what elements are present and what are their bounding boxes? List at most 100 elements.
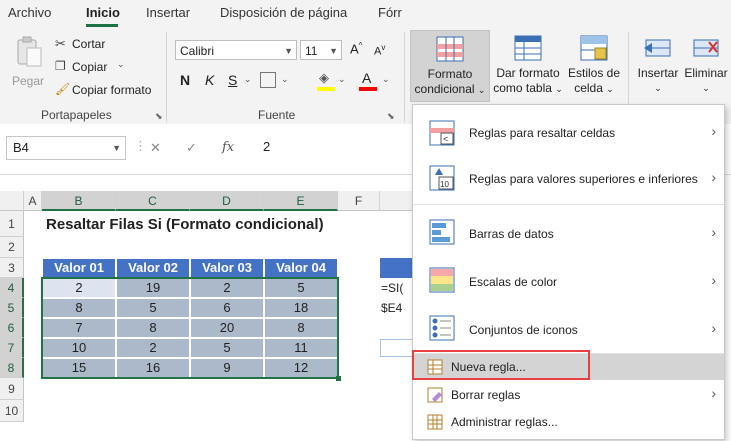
table-cell[interactable]: 7: [42, 318, 116, 338]
name-box[interactable]: B4 ▼: [6, 136, 126, 160]
side-formula-text[interactable]: =SI(: [381, 281, 403, 295]
fill-color-button[interactable]: ◈: [316, 70, 336, 92]
grow-font-icon[interactable]: A^: [350, 41, 362, 56]
shrink-font-icon[interactable]: Av: [374, 43, 385, 58]
select-all-corner[interactable]: [0, 191, 24, 211]
column-header-b[interactable]: B: [42, 191, 116, 211]
divider: [404, 32, 405, 122]
table-header-cell[interactable]: Valor 01: [42, 258, 116, 278]
chevron-down-icon[interactable]: ⌄: [117, 59, 125, 70]
underline-button[interactable]: S: [228, 72, 237, 88]
paste-button[interactable]: Pegar: [12, 34, 46, 92]
row-header[interactable]: 6: [0, 318, 24, 338]
side-empty-box[interactable]: [380, 339, 416, 357]
menu-item-data-bars[interactable]: Barras de datos ›: [413, 209, 724, 255]
table-cell[interactable]: 19: [116, 278, 190, 298]
font-size-combo[interactable]: 11 ▼: [300, 40, 342, 60]
format-painter-button[interactable]: 🖌 Copiar formato: [55, 82, 165, 100]
column-header-e[interactable]: E: [264, 191, 338, 211]
table-cell[interactable]: 10: [42, 338, 116, 358]
table-cell[interactable]: 20: [190, 318, 264, 338]
row-header[interactable]: 9: [0, 378, 24, 400]
column-header-f[interactable]: F: [338, 191, 380, 211]
row-header[interactable]: 4: [0, 278, 24, 298]
eraser-icon: [427, 387, 443, 403]
table-cell[interactable]: 8: [264, 318, 338, 338]
dialog-launcher-icon[interactable]: ⬊: [387, 111, 395, 122]
chevron-down-icon[interactable]: ⌄: [382, 74, 390, 85]
row-header[interactable]: 2: [0, 237, 24, 258]
table-header-cell[interactable]: Valor 04: [264, 258, 338, 278]
menu-item-highlight-rules[interactable]: < Reglas para resaltar celdas ›: [413, 113, 724, 153]
tab-insertar[interactable]: Insertar: [146, 5, 190, 20]
enter-icon[interactable]: ✓: [186, 140, 197, 156]
chevron-down-icon[interactable]: ▼: [329, 41, 338, 61]
table-cell[interactable]: 8: [116, 318, 190, 338]
table-cell[interactable]: 11: [264, 338, 338, 358]
chevron-down-icon[interactable]: ▼: [112, 137, 121, 159]
side-formula-text[interactable]: $E4: [381, 301, 402, 315]
chevron-down-icon[interactable]: ⌄: [338, 74, 346, 85]
font-name-combo[interactable]: Calibri ▼: [175, 40, 297, 60]
table-cell[interactable]: 5: [116, 298, 190, 318]
cancel-icon[interactable]: ✕: [150, 140, 161, 156]
row-header[interactable]: 8: [0, 358, 24, 378]
column-header-a[interactable]: A: [24, 191, 42, 211]
table-cell[interactable]: 18: [264, 298, 338, 318]
cell-styles-icon: [580, 35, 608, 61]
table-cell[interactable]: 2: [116, 338, 190, 358]
tab-formulas[interactable]: Fórr: [378, 5, 402, 20]
chevron-right-icon: ›: [711, 169, 716, 185]
fill-handle[interactable]: [336, 376, 341, 381]
tab-inicio[interactable]: Inicio: [86, 5, 120, 20]
table-cell[interactable]: 6: [190, 298, 264, 318]
chevron-down-icon: ⌄: [477, 85, 486, 95]
table-cell[interactable]: 5: [264, 278, 338, 298]
column-header-d[interactable]: D: [190, 191, 264, 211]
table-cell[interactable]: 12: [264, 358, 338, 378]
menu-item-color-scales[interactable]: Escalas de color ›: [413, 257, 724, 303]
row-header[interactable]: 5: [0, 298, 24, 318]
font-color-button[interactable]: A: [358, 70, 378, 92]
dialog-launcher-icon[interactable]: ⬊: [155, 111, 163, 122]
worksheet-grid[interactable]: A B C D E F 1 2 3 4 5 6 7 8 9 10 Resalta…: [0, 191, 420, 441]
bold-button[interactable]: N: [180, 72, 190, 88]
tab-disposicion[interactable]: Disposición de página: [220, 5, 347, 20]
menu-item-clear-rules[interactable]: Borrar reglas ›: [413, 382, 724, 408]
table-cell[interactable]: 5: [190, 338, 264, 358]
table-cell[interactable]: 9: [190, 358, 264, 378]
menu-item-manage-rules[interactable]: Administrar reglas...: [413, 409, 724, 435]
italic-button[interactable]: K: [205, 72, 214, 88]
table-cell-active[interactable]: 2: [42, 278, 116, 298]
chevron-down-icon[interactable]: ▼: [284, 41, 293, 61]
menu-item-icon-sets[interactable]: Conjuntos de iconos ›: [413, 305, 724, 351]
menu-item-top-bottom-rules[interactable]: 10 Reglas para valores superiores e infe…: [413, 157, 724, 201]
ribbon-tabs: Archivo Inicio Insertar Disposición de p…: [0, 0, 731, 28]
column-header-c[interactable]: C: [116, 191, 190, 211]
tab-archivo[interactable]: Archivo: [8, 5, 51, 20]
table-header-cell[interactable]: Valor 02: [116, 258, 190, 278]
copy-button[interactable]: ❐ Copiar ⌄: [55, 59, 155, 77]
chevron-down-icon[interactable]: ⌄: [244, 74, 252, 85]
insert-function-icon[interactable]: fx: [222, 140, 234, 155]
table-cell[interactable]: 2: [190, 278, 264, 298]
chevron-down-icon[interactable]: ⌄: [281, 74, 289, 85]
table-cell[interactable]: 8: [42, 298, 116, 318]
insert-cells-button[interactable]: Insertar ⌄: [634, 30, 682, 102]
delete-label: Eliminar: [684, 66, 728, 80]
row-header[interactable]: 7: [0, 338, 24, 358]
chevron-down-icon: ⌄: [606, 84, 614, 94]
row-header[interactable]: 10: [0, 400, 24, 422]
table-cell[interactable]: 15: [42, 358, 116, 378]
format-as-table-button[interactable]: Dar formato como tabla ⌄: [492, 30, 564, 102]
delete-cells-button[interactable]: Eliminar ⌄: [683, 30, 729, 102]
chevron-down-icon: ⌄: [702, 83, 710, 93]
table-header-cell[interactable]: Valor 03: [190, 258, 264, 278]
cell-styles-button[interactable]: Estilos de celda ⌄: [565, 30, 623, 102]
table-cell[interactable]: 16: [116, 358, 190, 378]
row-header[interactable]: 3: [0, 258, 24, 278]
borders-icon[interactable]: [260, 72, 276, 88]
cut-button[interactable]: ✂ Cortar: [55, 36, 155, 54]
conditional-format-button[interactable]: Formato condicional ⌄: [410, 30, 490, 102]
row-header[interactable]: 1: [0, 211, 24, 237]
